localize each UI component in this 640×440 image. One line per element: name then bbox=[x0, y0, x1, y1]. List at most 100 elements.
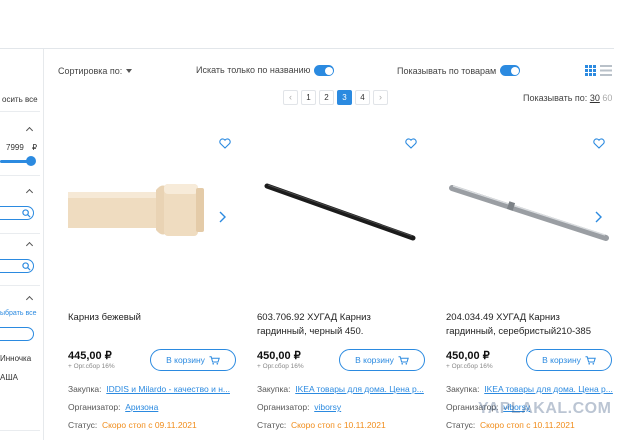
status-row: Статус: Скоро стоп с 10.11.2021 bbox=[446, 420, 575, 430]
chevron-up-icon[interactable] bbox=[26, 188, 33, 195]
search-icon[interactable] bbox=[22, 209, 31, 218]
heart-icon[interactable] bbox=[219, 138, 231, 149]
per-page-control: Показывать по: 30 60 bbox=[523, 93, 612, 103]
grid-view-icon[interactable] bbox=[585, 65, 596, 76]
chevron-up-icon[interactable] bbox=[26, 295, 33, 302]
price-range-knob[interactable] bbox=[26, 156, 36, 166]
product-card[interactable]: 603.706.92 ХУГАД Карниз гардинный, черны… bbox=[247, 122, 427, 440]
organizer-row: Организатор: Аризона bbox=[68, 402, 158, 412]
purchase-label: Закупка: bbox=[257, 384, 291, 394]
purchase-link[interactable]: IKEA товары для дома. Цена р... bbox=[484, 384, 613, 394]
search-icon[interactable] bbox=[22, 262, 31, 271]
filter-search-input[interactable] bbox=[0, 327, 34, 341]
currency-sign: ₽ bbox=[32, 143, 38, 152]
page-1-button[interactable]: 1 bbox=[301, 90, 316, 105]
status-value: Скоро стоп с 10.11.2021 bbox=[479, 420, 575, 430]
header-divider bbox=[0, 48, 614, 49]
product-title[interactable]: 603.706.92 ХУГАД Карниз гардинный, черны… bbox=[257, 311, 429, 339]
product-title[interactable]: Карниз бежевый bbox=[68, 311, 238, 325]
per-page-option-30[interactable]: 30 bbox=[590, 93, 600, 103]
search-by-name-toggle[interactable] bbox=[314, 65, 334, 76]
divider bbox=[0, 285, 40, 286]
product-price: 450,00 ₽ bbox=[257, 350, 301, 362]
purchase-link[interactable]: IKEA товары для дома. Цена р... bbox=[295, 384, 424, 394]
organizer-link[interactable]: Аризона bbox=[125, 402, 158, 412]
add-to-cart-button[interactable]: В корзину bbox=[339, 349, 425, 371]
list-view-icon[interactable] bbox=[600, 65, 612, 76]
organizer-row: Организатор: viborsy bbox=[257, 402, 341, 412]
cart-icon bbox=[398, 355, 409, 365]
organizer-link[interactable]: viborsy bbox=[314, 402, 341, 412]
status-value: Скоро стоп с 10.11.2021 bbox=[290, 420, 386, 430]
status-label: Статус: bbox=[257, 420, 287, 430]
purchase-row: Закупка: IKEA товары для дома. Цена р... bbox=[446, 384, 613, 394]
product-title[interactable]: 204.034.49 ХУГАД Карниз гардинный, сереб… bbox=[446, 311, 618, 339]
organizer-label: Организатор: bbox=[257, 402, 310, 412]
cart-icon bbox=[585, 355, 596, 365]
status-label: Статус: bbox=[446, 420, 476, 430]
sort-label[interactable]: Сортировка по: bbox=[58, 66, 122, 76]
purchase-row: Закупка: IKEA товары для дома. Цена р... bbox=[257, 384, 424, 394]
next-page-button[interactable]: › bbox=[373, 90, 388, 105]
heart-icon[interactable] bbox=[593, 138, 605, 149]
search-by-name-label: Искать только по названию bbox=[196, 65, 311, 75]
product-price: 450,00 ₽ bbox=[446, 350, 490, 362]
filter-option-label[interactable]: Инночка bbox=[0, 354, 31, 363]
product-title-line[interactable]: Карниз бежевый bbox=[68, 311, 238, 325]
add-to-cart-label: В корзину bbox=[542, 355, 581, 365]
filter-search-input[interactable] bbox=[0, 259, 34, 273]
organizer-label: Организатор: bbox=[68, 402, 121, 412]
price-max-value[interactable]: 7999 bbox=[6, 143, 24, 152]
organizer-fee: + Орг.сбор 16% bbox=[257, 363, 304, 370]
show-by-items-toggle[interactable] bbox=[500, 65, 520, 76]
chevron-up-icon[interactable] bbox=[26, 241, 33, 248]
product-title-line[interactable]: 204.034.49 ХУГАД Карниз bbox=[446, 311, 618, 325]
purchase-label: Закупка: bbox=[446, 384, 480, 394]
product-card[interactable]: 204.034.49 ХУГАД Карниз гардинный, сереб… bbox=[436, 122, 616, 440]
select-all-link[interactable]: осить все bbox=[2, 95, 38, 104]
product-title-line[interactable]: гардинный, серебристый210-385 bbox=[446, 325, 618, 339]
status-value: Скоро стоп с 09.11.2021 bbox=[101, 420, 197, 430]
status-row: Статус: Скоро стоп с 09.11.2021 bbox=[68, 420, 197, 430]
product-image[interactable] bbox=[263, 182, 417, 242]
product-title-line[interactable]: гардинный, черный 450. bbox=[257, 325, 429, 339]
page-3-button[interactable]: 3 bbox=[337, 90, 352, 105]
organizer-fee: + Орг.сбор 16% bbox=[68, 363, 115, 370]
prev-page-button[interactable]: ‹ bbox=[283, 90, 298, 105]
filter-sidebar: осить все 7999 ₽ ыбрать все Инночка АША bbox=[0, 49, 44, 440]
purchase-label: Закупка: bbox=[68, 384, 102, 394]
divider bbox=[0, 175, 40, 176]
page-2-button[interactable]: 2 bbox=[319, 90, 334, 105]
watermark: YAPLAKAL.COM bbox=[478, 400, 612, 417]
chevron-right-icon[interactable] bbox=[218, 211, 226, 223]
organizer-fee: + Орг.сбор 16% bbox=[446, 363, 493, 370]
per-page-option-60[interactable]: 60 bbox=[602, 93, 612, 103]
product-image[interactable] bbox=[68, 180, 213, 240]
page-4-button[interactable]: 4 bbox=[355, 90, 370, 105]
purchase-row: Закупка: IDDIS и Milardo - качество и н.… bbox=[68, 384, 230, 394]
per-page-label: Показывать по: bbox=[523, 93, 588, 103]
cart-icon bbox=[209, 355, 220, 365]
add-to-cart-button[interactable]: В корзину bbox=[150, 349, 236, 371]
chevron-up-icon[interactable] bbox=[26, 126, 33, 133]
sort-dropdown-caret-icon[interactable] bbox=[126, 69, 132, 73]
product-title-line[interactable]: 603.706.92 ХУГАД Карниз bbox=[257, 311, 429, 325]
filter-search-input[interactable] bbox=[0, 206, 34, 220]
filter-option-label[interactable]: АША bbox=[0, 373, 18, 382]
product-card[interactable]: Карниз бежевый 445,00 ₽ + Орг.сбор 16% В… bbox=[58, 122, 238, 440]
heart-icon[interactable] bbox=[405, 138, 417, 149]
choose-all-link[interactable]: ыбрать все bbox=[0, 310, 37, 317]
chevron-right-icon[interactable] bbox=[594, 211, 602, 223]
product-image[interactable] bbox=[448, 182, 610, 242]
divider bbox=[0, 233, 40, 234]
product-price: 445,00 ₽ bbox=[68, 350, 112, 362]
purchase-link[interactable]: IDDIS и Milardo - качество и н... bbox=[106, 384, 230, 394]
divider bbox=[0, 111, 40, 112]
add-to-cart-label: В корзину bbox=[355, 355, 394, 365]
status-row: Статус: Скоро стоп с 10.11.2021 bbox=[257, 420, 386, 430]
status-label: Статус: bbox=[68, 420, 98, 430]
add-to-cart-button[interactable]: В корзину bbox=[526, 349, 612, 371]
add-to-cart-label: В корзину bbox=[166, 355, 205, 365]
show-by-items-label: Показывать по товарам bbox=[397, 66, 497, 76]
divider bbox=[0, 430, 40, 431]
